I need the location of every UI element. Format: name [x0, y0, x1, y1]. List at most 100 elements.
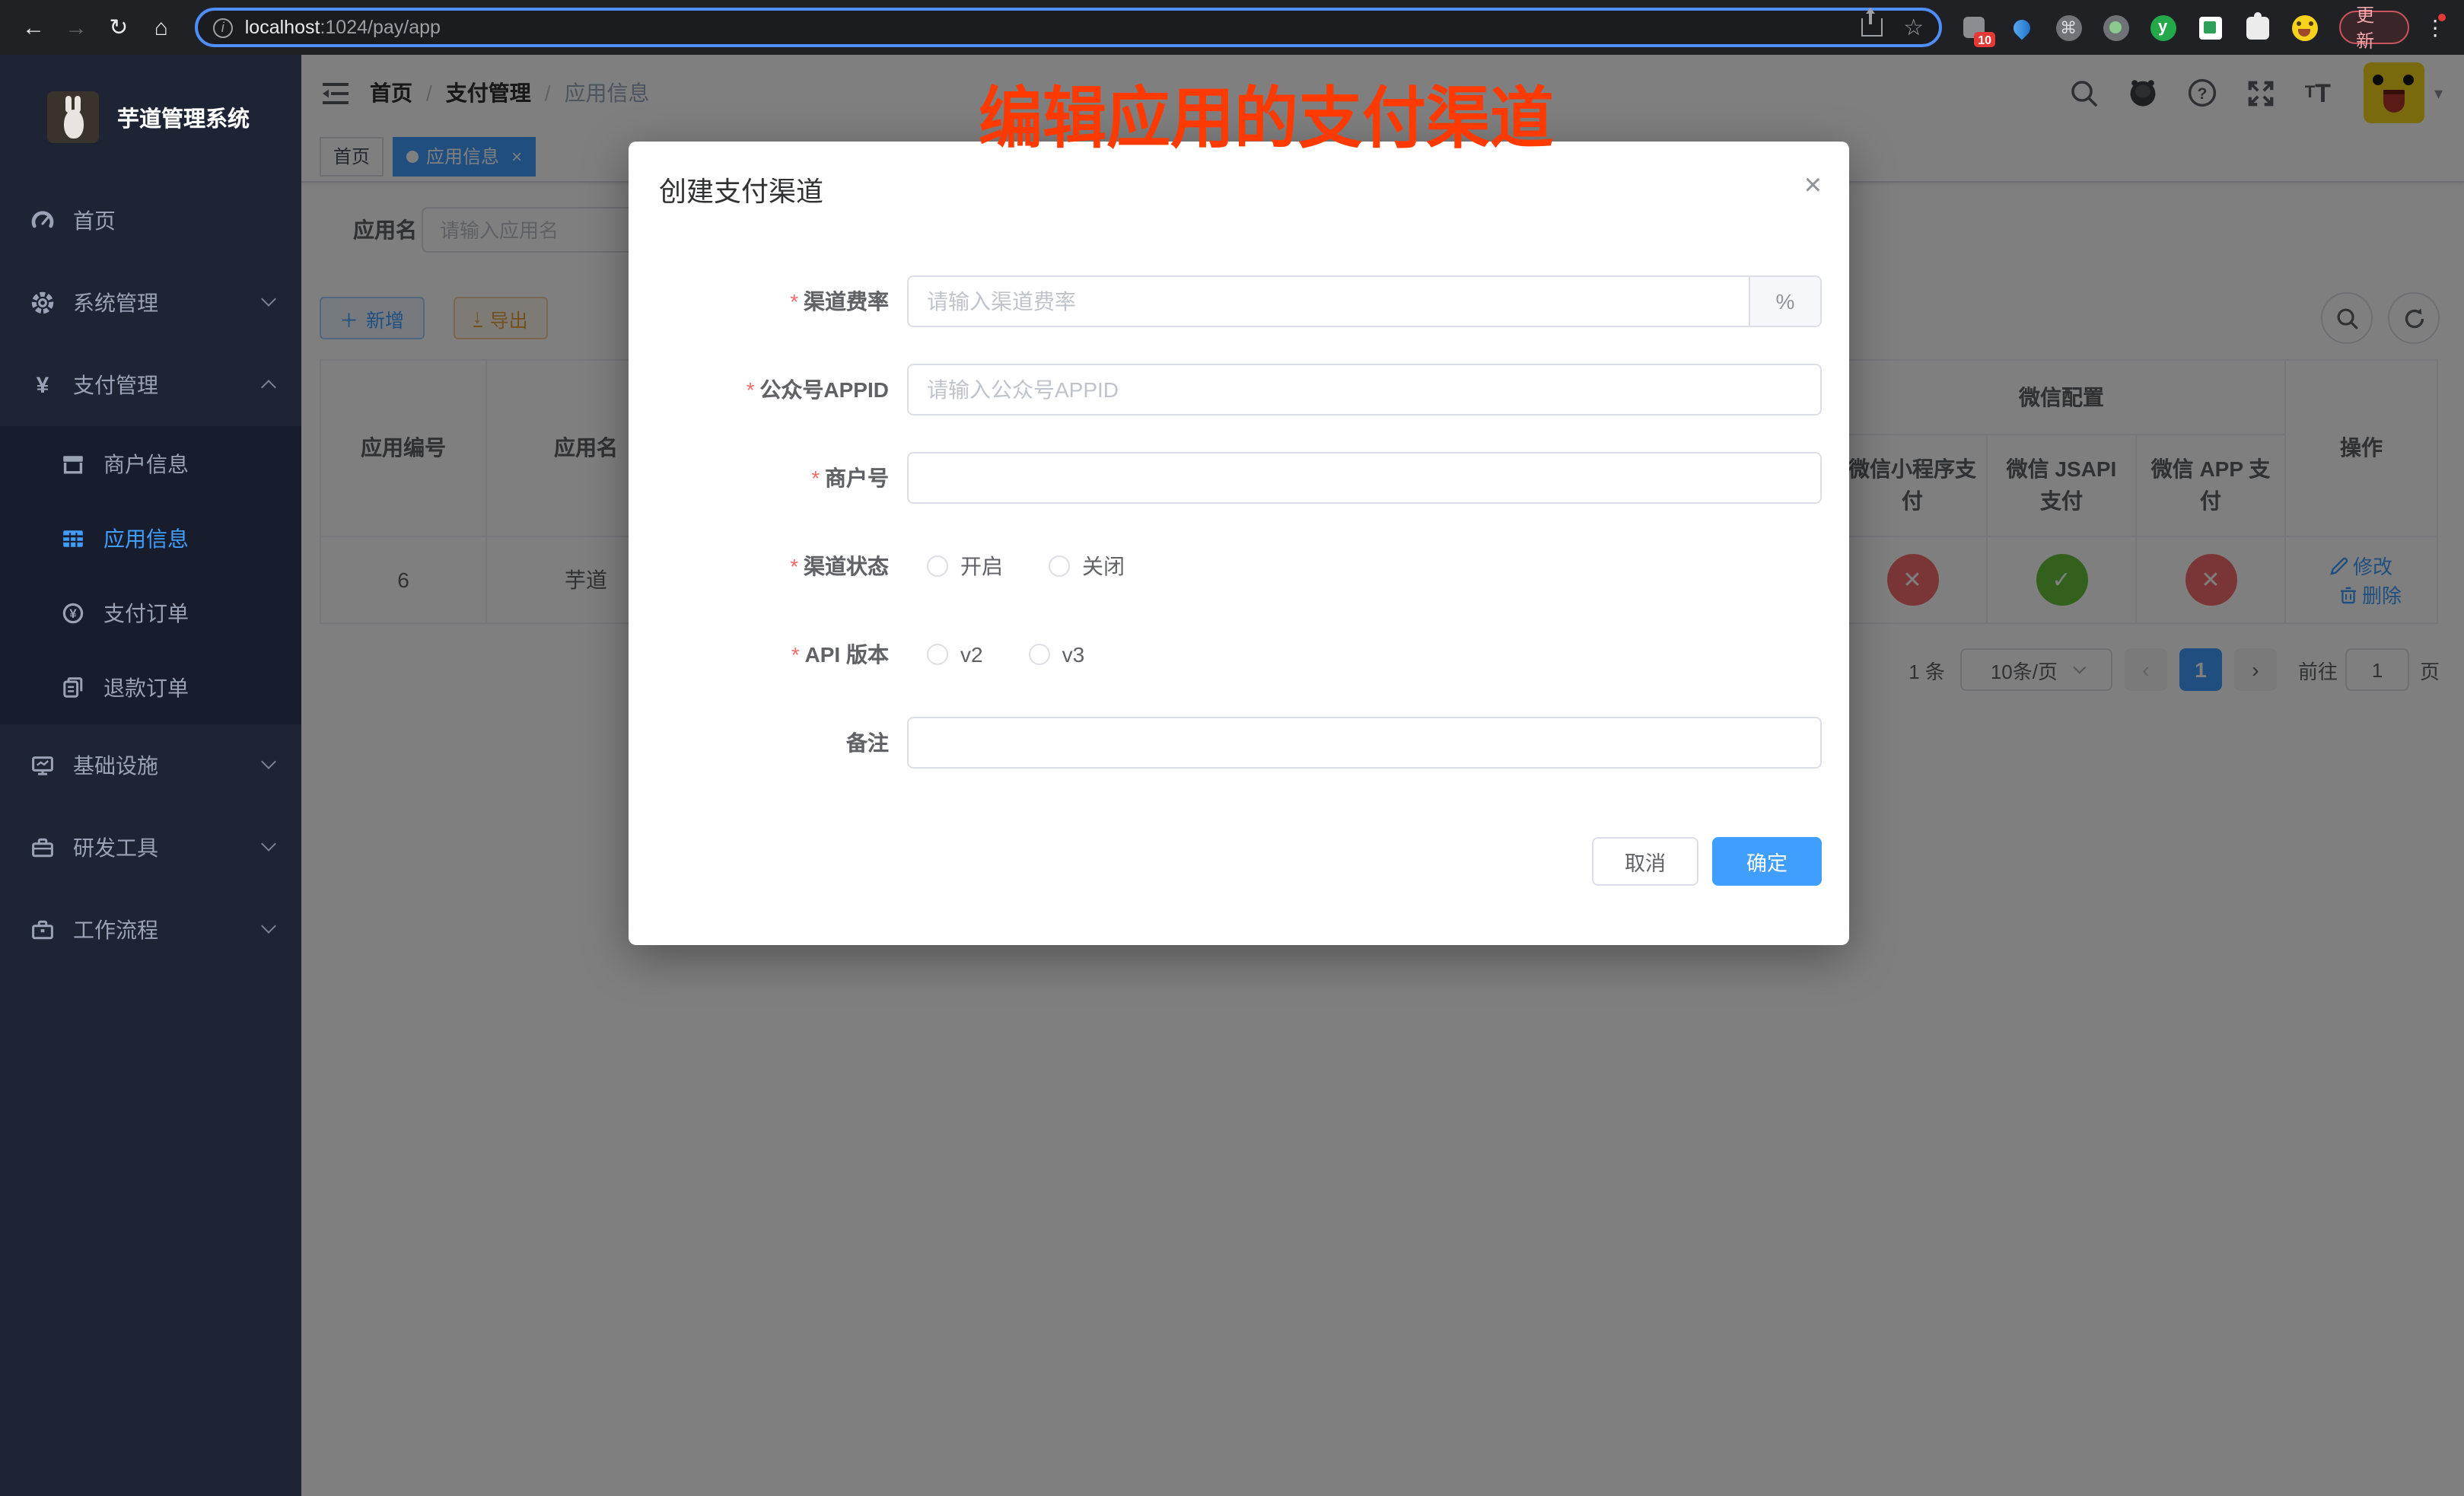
browser-forward-button[interactable]: → — [58, 9, 94, 46]
field-label: 渠道费率 — [804, 289, 889, 314]
remark-input[interactable] — [907, 717, 1822, 769]
required-mark: * — [789, 554, 797, 578]
sidebar-item-label: 退款订单 — [103, 672, 189, 702]
field-label: 备注 — [846, 730, 889, 755]
required-mark: * — [810, 466, 819, 490]
percent-suffix: % — [1750, 275, 1822, 327]
form-row-fee-rate: * 渠道费率 % — [629, 275, 1822, 327]
chevron-down-icon — [261, 291, 276, 307]
radio-status-open[interactable]: 开启 — [927, 551, 1003, 581]
grid-icon — [61, 526, 85, 550]
browser-back-button[interactable]: ← — [15, 9, 52, 46]
form-row-appid: *公众号APPID — [629, 364, 1822, 415]
monitor-icon — [30, 753, 55, 778]
browser-menu-icon[interactable]: ⋮ — [2424, 14, 2446, 40]
form-row-api-version: *API 版本 v2 v3 — [629, 629, 1822, 680]
sidebar-item-label: 首页 — [73, 205, 116, 236]
y-extension-icon[interactable]: y — [2149, 14, 2176, 41]
chevron-up-icon — [261, 380, 276, 395]
create-pay-channel-dialog: 创建支付渠道 × *渠道费率 % *公众号APPID *商户号 — [629, 142, 1849, 945]
fee-rate-input[interactable] — [907, 275, 1750, 327]
puzzle-extension-icon[interactable] — [2243, 14, 2271, 41]
field-label: 公众号APPID — [759, 377, 889, 402]
share-icon[interactable] — [1861, 18, 1882, 37]
browser-extensions: 10 ⌘ y — [1960, 14, 2318, 41]
yen-icon: ¥ — [30, 372, 55, 398]
dialog-title: 创建支付渠道 — [659, 170, 823, 210]
sidebar-submenu-payment: 商户信息 应用信息 ¥ — [0, 426, 301, 724]
confirm-button[interactable]: 确定 — [1712, 837, 1822, 886]
field-label: API 版本 — [805, 642, 889, 667]
form-row-merchant-id: *商户号 — [629, 452, 1822, 504]
radio-icon — [1029, 644, 1050, 665]
close-icon[interactable]: × — [1804, 170, 1822, 201]
sidebar-item-label: 工作流程 — [73, 915, 158, 945]
extension-icon[interactable]: 10 — [1960, 14, 1988, 41]
chevron-down-icon — [261, 836, 276, 851]
site-info-icon[interactable]: i — [213, 18, 233, 37]
briefcase-icon — [30, 918, 55, 942]
sidebar-item-system[interactable]: 系统管理 — [0, 262, 301, 344]
form-row-channel-status: * 渠道状态 开启 关闭 — [629, 540, 1822, 592]
sidebar-item-label: 支付管理 — [73, 370, 158, 400]
sidebar-item-workflow[interactable]: 工作流程 — [0, 889, 301, 971]
stage: ← → ↻ ⌂ i localhost :1024/pay/app ☆ 10 ⌘… — [0, 0, 2464, 1496]
recorder-extension-icon[interactable] — [2102, 14, 2129, 41]
logo-avatar — [47, 91, 99, 143]
app-logo: 芋道管理系统 — [0, 55, 301, 180]
shop-icon — [61, 451, 85, 476]
emoji-extension-icon[interactable] — [2291, 14, 2318, 41]
pin-extension-icon[interactable] — [2007, 14, 2035, 41]
browser-refresh-button[interactable]: ↻ — [100, 9, 137, 46]
merchant-id-input[interactable] — [907, 452, 1822, 504]
sidebar-item-label: 应用信息 — [103, 523, 189, 553]
radio-api-v2[interactable]: v2 — [927, 642, 983, 667]
screen: ← → ↻ ⌂ i localhost :1024/pay/app ☆ 10 ⌘… — [0, 0, 2464, 1496]
radio-icon — [927, 644, 948, 665]
annotation-overlay-text: 编辑应用的支付渠道 — [979, 65, 1554, 162]
sidebar-item-label: 基础设施 — [73, 750, 158, 781]
chevron-down-icon — [261, 918, 276, 934]
command-extension-icon[interactable]: ⌘ — [2055, 14, 2082, 41]
radio-icon — [1049, 555, 1070, 577]
sidebar: 芋道管理系统 首页 系统管理 ¥ 支付管理 — [0, 55, 301, 1496]
required-mark: * — [791, 642, 799, 667]
sidebar-item-payment[interactable]: ¥ 支付管理 — [0, 344, 301, 426]
svg-text:¥: ¥ — [69, 606, 77, 620]
sidebar-item-app-info[interactable]: 应用信息 — [0, 501, 301, 575]
field-label: 商户号 — [825, 466, 889, 490]
sidebar-item-dev-tools[interactable]: 研发工具 — [0, 807, 301, 889]
cancel-button[interactable]: 取消 — [1592, 837, 1698, 886]
coin-icon: ¥ — [61, 600, 85, 625]
browser-update-button[interactable]: 更新 — [2339, 11, 2409, 44]
field-label: 渠道状态 — [804, 554, 889, 578]
required-mark: * — [789, 289, 797, 314]
sidebar-item-infrastructure[interactable]: 基础设施 — [0, 724, 301, 807]
extension-badge: 10 — [1974, 32, 1995, 47]
sidebar-item-merchant-info[interactable]: 商户信息 — [0, 426, 301, 501]
sidebar-item-home[interactable]: 首页 — [0, 180, 301, 262]
chart-extension-icon[interactable] — [2196, 14, 2224, 41]
chevron-down-icon — [261, 754, 276, 769]
browser-home-button[interactable]: ⌂ — [143, 9, 180, 46]
dialog-footer: 取消 确定 — [1592, 837, 1822, 886]
url-path: :1024/pay/app — [320, 17, 441, 38]
form-row-remark: 备注 — [629, 717, 1822, 769]
bookmark-star-icon[interactable]: ☆ — [1903, 14, 1924, 41]
address-bar[interactable]: i localhost :1024/pay/app ☆ — [195, 8, 1942, 47]
sidebar-item-label: 支付订单 — [103, 597, 189, 628]
app-title: 芋道管理系统 — [117, 101, 250, 133]
radio-status-closed[interactable]: 关闭 — [1049, 551, 1125, 581]
radio-icon — [927, 555, 948, 577]
radio-api-v3[interactable]: v3 — [1029, 642, 1085, 667]
dialog-body: *渠道费率 % *公众号APPID *商户号 *渠道状态 — [629, 210, 1849, 769]
dashboard-icon — [30, 208, 55, 233]
sidebar-item-refund-orders[interactable]: 退款订单 — [0, 650, 301, 724]
url-host: localhost — [245, 17, 320, 38]
sidebar-item-pay-orders[interactable]: ¥ 支付订单 — [0, 575, 301, 650]
sidebar-item-label: 商户信息 — [103, 448, 189, 479]
appid-input[interactable] — [907, 364, 1822, 415]
sidebar-item-label: 系统管理 — [73, 288, 158, 318]
required-mark: * — [746, 377, 754, 402]
browser-chrome: ← → ↻ ⌂ i localhost :1024/pay/app ☆ 10 ⌘… — [0, 0, 2464, 55]
